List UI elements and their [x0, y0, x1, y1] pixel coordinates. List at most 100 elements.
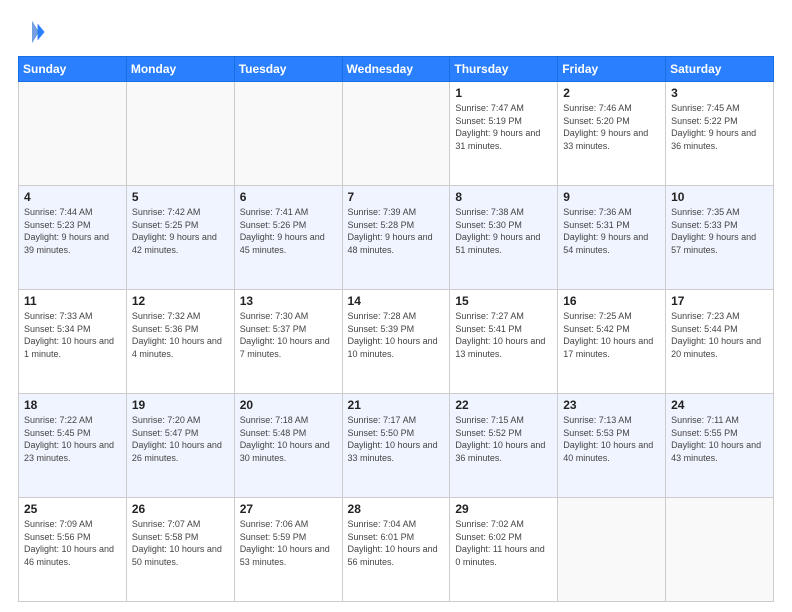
- day-info: Sunrise: 7:23 AM Sunset: 5:44 PM Dayligh…: [671, 310, 768, 360]
- day-number: 28: [348, 502, 445, 516]
- calendar-cell: 26 Sunrise: 7:07 AM Sunset: 5:58 PM Dayli…: [126, 498, 234, 602]
- calendar-cell: 5 Sunrise: 7:42 AM Sunset: 5:25 PM Daylig…: [126, 186, 234, 290]
- day-number: 7: [348, 190, 445, 204]
- day-info: Sunrise: 7:15 AM Sunset: 5:52 PM Dayligh…: [455, 414, 552, 464]
- day-info: Sunrise: 7:46 AM Sunset: 5:20 PM Dayligh…: [563, 102, 660, 152]
- calendar-cell: 14 Sunrise: 7:28 AM Sunset: 5:39 PM Dayli…: [342, 290, 450, 394]
- day-number: 15: [455, 294, 552, 308]
- calendar-cell: [666, 498, 774, 602]
- day-number: 8: [455, 190, 552, 204]
- day-info: Sunrise: 7:20 AM Sunset: 5:47 PM Dayligh…: [132, 414, 229, 464]
- day-info: Sunrise: 7:28 AM Sunset: 5:39 PM Dayligh…: [348, 310, 445, 360]
- calendar-header-row: SundayMondayTuesdayWednesdayThursdayFrid…: [19, 57, 774, 82]
- day-info: Sunrise: 7:07 AM Sunset: 5:58 PM Dayligh…: [132, 518, 229, 568]
- calendar-week-row: 25 Sunrise: 7:09 AM Sunset: 5:56 PM Dayli…: [19, 498, 774, 602]
- calendar-cell: 13 Sunrise: 7:30 AM Sunset: 5:37 PM Dayli…: [234, 290, 342, 394]
- day-number: 16: [563, 294, 660, 308]
- calendar-cell: 7 Sunrise: 7:39 AM Sunset: 5:28 PM Daylig…: [342, 186, 450, 290]
- day-info: Sunrise: 7:39 AM Sunset: 5:28 PM Dayligh…: [348, 206, 445, 256]
- calendar-cell: 16 Sunrise: 7:25 AM Sunset: 5:42 PM Dayli…: [558, 290, 666, 394]
- day-of-week-header: Thursday: [450, 57, 558, 82]
- calendar-week-row: 11 Sunrise: 7:33 AM Sunset: 5:34 PM Dayli…: [19, 290, 774, 394]
- calendar-week-row: 4 Sunrise: 7:44 AM Sunset: 5:23 PM Daylig…: [19, 186, 774, 290]
- calendar: SundayMondayTuesdayWednesdayThursdayFrid…: [18, 56, 774, 602]
- calendar-week-row: 18 Sunrise: 7:22 AM Sunset: 5:45 PM Dayli…: [19, 394, 774, 498]
- calendar-cell: 15 Sunrise: 7:27 AM Sunset: 5:41 PM Dayli…: [450, 290, 558, 394]
- calendar-cell: 20Sunrise: 7:18 AM Sunset: 5:48 PM Dayli…: [234, 394, 342, 498]
- day-number: 13: [240, 294, 337, 308]
- day-info: Sunrise: 7:45 AM Sunset: 5:22 PM Dayligh…: [671, 102, 768, 152]
- day-info: Sunrise: 7:11 AM Sunset: 5:55 PM Dayligh…: [671, 414, 768, 464]
- calendar-cell: [126, 82, 234, 186]
- day-info: Sunrise: 7:41 AM Sunset: 5:26 PM Dayligh…: [240, 206, 337, 256]
- day-number: 4: [24, 190, 121, 204]
- day-info: Sunrise: 7:42 AM Sunset: 5:25 PM Dayligh…: [132, 206, 229, 256]
- day-number: 14: [348, 294, 445, 308]
- day-of-week-header: Sunday: [19, 57, 127, 82]
- day-info: Sunrise: 7:38 AM Sunset: 5:30 PM Dayligh…: [455, 206, 552, 256]
- calendar-cell: 27 Sunrise: 7:06 AM Sunset: 5:59 PM Dayli…: [234, 498, 342, 602]
- day-number: 27: [240, 502, 337, 516]
- day-number: 5: [132, 190, 229, 204]
- day-number: 6: [240, 190, 337, 204]
- day-number: 21: [348, 398, 445, 412]
- day-info: Sunrise: 7:44 AM Sunset: 5:23 PM Dayligh…: [24, 206, 121, 256]
- day-number: 29: [455, 502, 552, 516]
- day-number: 23: [563, 398, 660, 412]
- day-info: Sunrise: 7:33 AM Sunset: 5:34 PM Dayligh…: [24, 310, 121, 360]
- logo-icon: [18, 18, 46, 46]
- day-info: Sunrise: 7:27 AM Sunset: 5:41 PM Dayligh…: [455, 310, 552, 360]
- calendar-cell: 6 Sunrise: 7:41 AM Sunset: 5:26 PM Daylig…: [234, 186, 342, 290]
- calendar-cell: 2Sunrise: 7:46 AM Sunset: 5:20 PM Daylig…: [558, 82, 666, 186]
- day-number: 9: [563, 190, 660, 204]
- calendar-cell: [558, 498, 666, 602]
- calendar-cell: 3 Sunrise: 7:45 AM Sunset: 5:22 PM Daylig…: [666, 82, 774, 186]
- day-number: 25: [24, 502, 121, 516]
- calendar-cell: 24 Sunrise: 7:11 AM Sunset: 5:55 PM Dayli…: [666, 394, 774, 498]
- day-of-week-header: Saturday: [666, 57, 774, 82]
- day-number: 22: [455, 398, 552, 412]
- day-info: Sunrise: 7:32 AM Sunset: 5:36 PM Dayligh…: [132, 310, 229, 360]
- day-info: Sunrise: 7:17 AM Sunset: 5:50 PM Dayligh…: [348, 414, 445, 464]
- day-info: Sunrise: 7:06 AM Sunset: 5:59 PM Dayligh…: [240, 518, 337, 568]
- day-number: 11: [24, 294, 121, 308]
- day-info: Sunrise: 7:09 AM Sunset: 5:56 PM Dayligh…: [24, 518, 121, 568]
- day-number: 26: [132, 502, 229, 516]
- calendar-cell: 9Sunrise: 7:36 AM Sunset: 5:31 PM Daylig…: [558, 186, 666, 290]
- day-of-week-header: Monday: [126, 57, 234, 82]
- calendar-cell: 11 Sunrise: 7:33 AM Sunset: 5:34 PM Dayli…: [19, 290, 127, 394]
- calendar-cell: 18 Sunrise: 7:22 AM Sunset: 5:45 PM Dayli…: [19, 394, 127, 498]
- day-number: 19: [132, 398, 229, 412]
- calendar-cell: 22 Sunrise: 7:15 AM Sunset: 5:52 PM Dayli…: [450, 394, 558, 498]
- day-of-week-header: Tuesday: [234, 57, 342, 82]
- calendar-cell: 28Sunrise: 7:04 AM Sunset: 6:01 PM Dayli…: [342, 498, 450, 602]
- day-of-week-header: Friday: [558, 57, 666, 82]
- calendar-cell: 10Sunrise: 7:35 AM Sunset: 5:33 PM Dayli…: [666, 186, 774, 290]
- day-info: Sunrise: 7:02 AM Sunset: 6:02 PM Dayligh…: [455, 518, 552, 568]
- calendar-cell: [234, 82, 342, 186]
- calendar-cell: [19, 82, 127, 186]
- day-number: 17: [671, 294, 768, 308]
- calendar-cell: 19 Sunrise: 7:20 AM Sunset: 5:47 PM Dayli…: [126, 394, 234, 498]
- day-number: 18: [24, 398, 121, 412]
- calendar-cell: 23Sunrise: 7:13 AM Sunset: 5:53 PM Dayli…: [558, 394, 666, 498]
- header: [18, 18, 774, 46]
- day-info: Sunrise: 7:30 AM Sunset: 5:37 PM Dayligh…: [240, 310, 337, 360]
- day-number: 3: [671, 86, 768, 100]
- calendar-cell: 17 Sunrise: 7:23 AM Sunset: 5:44 PM Dayli…: [666, 290, 774, 394]
- page: SundayMondayTuesdayWednesdayThursdayFrid…: [0, 0, 792, 612]
- calendar-cell: 1Sunrise: 7:47 AM Sunset: 5:19 PM Daylig…: [450, 82, 558, 186]
- day-info: Sunrise: 7:25 AM Sunset: 5:42 PM Dayligh…: [563, 310, 660, 360]
- calendar-cell: 4 Sunrise: 7:44 AM Sunset: 5:23 PM Daylig…: [19, 186, 127, 290]
- calendar-cell: 29 Sunrise: 7:02 AM Sunset: 6:02 PM Dayli…: [450, 498, 558, 602]
- logo: [18, 18, 50, 46]
- calendar-cell: [342, 82, 450, 186]
- day-info: Sunrise: 7:22 AM Sunset: 5:45 PM Dayligh…: [24, 414, 121, 464]
- day-number: 24: [671, 398, 768, 412]
- day-info: Sunrise: 7:47 AM Sunset: 5:19 PM Dayligh…: [455, 102, 552, 152]
- calendar-cell: 25 Sunrise: 7:09 AM Sunset: 5:56 PM Dayli…: [19, 498, 127, 602]
- day-number: 20: [240, 398, 337, 412]
- calendar-cell: 21 Sunrise: 7:17 AM Sunset: 5:50 PM Dayli…: [342, 394, 450, 498]
- calendar-cell: 8 Sunrise: 7:38 AM Sunset: 5:30 PM Daylig…: [450, 186, 558, 290]
- day-number: 10: [671, 190, 768, 204]
